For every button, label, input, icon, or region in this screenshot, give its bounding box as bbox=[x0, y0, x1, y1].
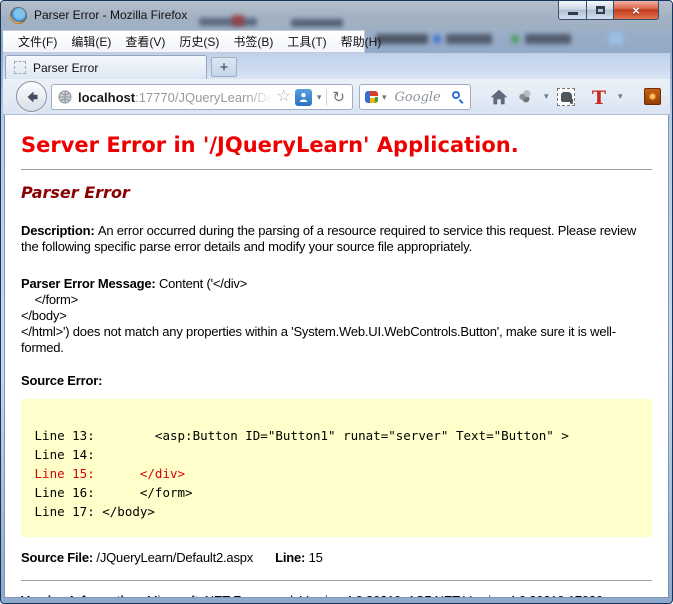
desktop-blur-artifact bbox=[291, 19, 343, 27]
error-type-heading: Parser Error bbox=[21, 183, 652, 202]
minimize-button[interactable] bbox=[558, 1, 587, 20]
back-arrow-icon bbox=[24, 89, 40, 105]
line-label: Line: bbox=[275, 550, 308, 565]
tab-label: Parser Error bbox=[33, 61, 98, 75]
divider bbox=[21, 169, 652, 170]
desktop-blur-artifact bbox=[446, 34, 492, 44]
source-file-line: Source File: /JQueryLearn/Default2.aspx L… bbox=[21, 550, 652, 565]
back-button[interactable] bbox=[16, 81, 47, 112]
bookmark-star-icon[interactable]: ☆ bbox=[277, 89, 291, 105]
desktop-blur-artifact bbox=[232, 15, 244, 26]
description-paragraph: Description: An error occurred during th… bbox=[21, 223, 652, 255]
divider bbox=[326, 88, 327, 106]
desktop-blur-artifact bbox=[511, 35, 519, 43]
identity-person-icon[interactable] bbox=[295, 89, 312, 106]
parser-error-line: </body> bbox=[21, 308, 652, 324]
divider bbox=[21, 580, 652, 581]
search-engine-dropdown-icon[interactable]: ▾ bbox=[382, 92, 387, 103]
url-bar[interactable]: localhost:17770/JQueryLearn/Defa ☆ ▾ ↻ bbox=[51, 84, 353, 110]
tab-parser-error[interactable]: Parser Error bbox=[5, 55, 207, 79]
description-label: Description: bbox=[21, 223, 98, 238]
search-input[interactable]: Google bbox=[395, 90, 451, 105]
elephant-glyph bbox=[561, 92, 572, 102]
code-line-14: Line 14: bbox=[27, 445, 644, 464]
menu-tools[interactable]: 工具(T) bbox=[280, 30, 333, 53]
version-label: Version Information: bbox=[21, 593, 147, 598]
parser-error-message-block: Parser Error Message: Content ('</div> <… bbox=[21, 276, 652, 356]
desktop-blur-artifact bbox=[199, 18, 257, 26]
parser-error-line: Parser Error Message: Content ('</div> bbox=[21, 276, 652, 292]
minimize-icon bbox=[568, 12, 578, 15]
source-file-value: /JQueryLearn/Default2.aspx bbox=[96, 550, 253, 565]
url-text[interactable]: localhost:17770/JQueryLearn/Defa bbox=[78, 90, 275, 105]
firefox-window: Parser Error - Mozilla Firefox × 文件(F) 编… bbox=[0, 0, 673, 604]
line-value: 15 bbox=[309, 550, 323, 565]
search-magnifier-icon[interactable] bbox=[451, 90, 465, 104]
parser-error-text: Content ('</div> bbox=[159, 276, 247, 291]
maximize-button[interactable] bbox=[587, 1, 614, 20]
window-controls: × bbox=[558, 1, 659, 20]
menu-help[interactable]: 帮助(H) bbox=[334, 30, 389, 53]
navigation-toolbar: localhost:17770/JQueryLearn/Defa ☆ ▾ ↻ ▾… bbox=[3, 79, 670, 115]
close-button[interactable]: × bbox=[614, 1, 659, 20]
bug-addon-icon[interactable] bbox=[516, 88, 532, 104]
url-path: :17770/JQueryLearn/Defa bbox=[135, 90, 274, 105]
desktop-blur-artifact bbox=[525, 34, 571, 44]
menu-edit[interactable]: 编辑(E) bbox=[64, 30, 118, 53]
version-text: Microsoft .NET Framework Version:4.0.303… bbox=[147, 593, 603, 598]
person-glyph bbox=[297, 91, 310, 104]
close-icon: × bbox=[632, 3, 640, 18]
window-title: Parser Error - Mozilla Firefox bbox=[34, 8, 187, 22]
code-line-17: Line 17: </body> bbox=[27, 502, 644, 521]
menu-history[interactable]: 历史(S) bbox=[172, 30, 226, 53]
menu-file[interactable]: 文件(F) bbox=[11, 30, 64, 53]
addon-dropdown-icon[interactable]: ▾ bbox=[615, 91, 626, 102]
t-addon-icon[interactable]: T bbox=[589, 88, 609, 108]
code-line-13: Line 13: <asp:Button ID="Button1" runat=… bbox=[27, 426, 644, 445]
orange-addon-icon[interactable] bbox=[644, 88, 661, 105]
google-logo-icon[interactable] bbox=[365, 90, 379, 104]
evernote-clipper-icon[interactable] bbox=[557, 88, 575, 106]
title-bar[interactable]: Parser Error - Mozilla Firefox × bbox=[1, 1, 672, 30]
error-page-content: Server Error in '/JQueryLearn' Applicati… bbox=[4, 115, 669, 598]
search-box[interactable]: ▾ Google bbox=[359, 84, 471, 110]
tab-bar: Parser Error + bbox=[3, 53, 670, 79]
parser-error-label: Parser Error Message: bbox=[21, 276, 159, 291]
new-tab-button[interactable]: + bbox=[211, 57, 237, 77]
version-information-line: Version Information: Microsoft .NET Fram… bbox=[21, 593, 652, 598]
menu-strip: 文件(F) 编辑(E) 查看(V) 历史(S) 书签(B) 工具(T) 帮助(H… bbox=[3, 30, 365, 53]
code-line-16: Line 16: </form> bbox=[27, 483, 644, 502]
firefox-logo-icon bbox=[10, 7, 27, 24]
home-icon bbox=[490, 89, 508, 105]
menu-view[interactable]: 查看(V) bbox=[118, 30, 172, 53]
url-host: localhost bbox=[78, 90, 135, 105]
globe-icon bbox=[58, 90, 72, 104]
source-file-label: Source File: bbox=[21, 550, 96, 565]
source-error-code-block: Line 13: <asp:Button ID="Button1" runat=… bbox=[21, 399, 652, 537]
page-title: Server Error in '/JQueryLearn' Applicati… bbox=[21, 133, 652, 157]
reload-icon[interactable]: ↻ bbox=[332, 90, 345, 105]
tab-favicon-placeholder-icon bbox=[14, 61, 26, 74]
bookmark-dropdown-icon[interactable]: ▾ bbox=[317, 92, 322, 103]
menu-bar: 文件(F) 编辑(E) 查看(V) 历史(S) 书签(B) 工具(T) 帮助(H… bbox=[3, 30, 670, 53]
desktop-blur-artifact bbox=[433, 35, 441, 43]
menu-bookmarks[interactable]: 书签(B) bbox=[226, 30, 280, 53]
parser-error-line: </html>') does not match any properties … bbox=[21, 324, 652, 356]
source-error-label: Source Error: bbox=[21, 373, 652, 388]
maximize-icon bbox=[596, 6, 605, 14]
home-button[interactable] bbox=[487, 86, 511, 108]
plus-icon: + bbox=[220, 59, 229, 76]
chevron-down-icon: ▾ bbox=[618, 91, 623, 102]
chevron-down-icon: ▾ bbox=[544, 91, 549, 102]
code-line-15-highlighted: Line 15: </div> bbox=[27, 464, 644, 483]
parser-error-line: </form> bbox=[21, 292, 652, 308]
desktop-blur-artifact bbox=[609, 32, 623, 45]
description-text: An error occurred during the parsing of … bbox=[21, 223, 636, 254]
addon-dropdown-icon[interactable]: ▾ bbox=[541, 91, 552, 102]
